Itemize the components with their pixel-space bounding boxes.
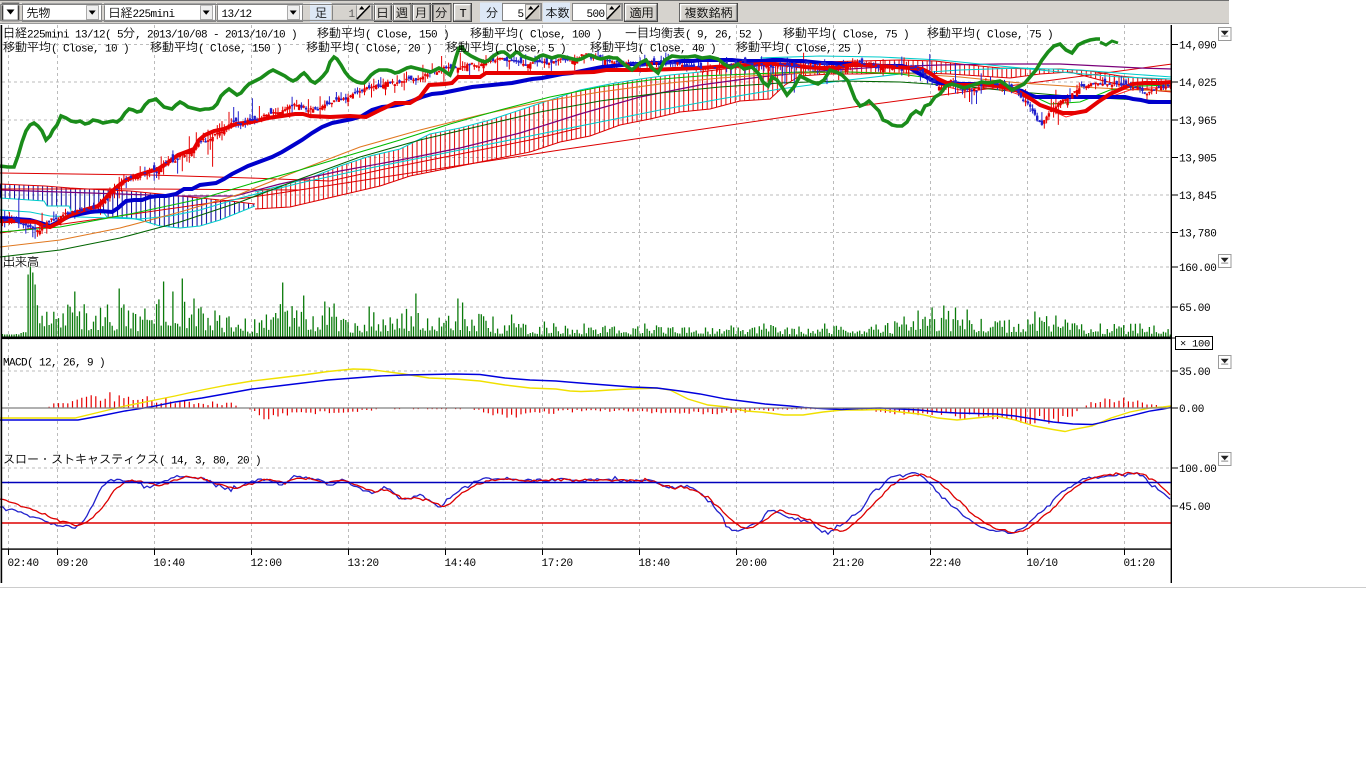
svg-text:14,090: 14,090 xyxy=(1179,41,1217,53)
svg-text:( Close, 5 ): ( Close, 5 ) xyxy=(494,43,566,55)
svg-text:65.00: 65.00 xyxy=(1179,303,1210,315)
svg-text:0.00: 0.00 xyxy=(1179,404,1204,416)
svg-text:T: T xyxy=(460,7,467,21)
svg-text:14,025: 14,025 xyxy=(1179,78,1217,90)
svg-text:500: 500 xyxy=(586,9,604,21)
svg-text:35.00: 35.00 xyxy=(1179,367,1210,379)
svg-text:13,780: 13,780 xyxy=(1179,229,1217,241)
svg-text:01:20: 01:20 xyxy=(1124,558,1155,570)
svg-text:02:40: 02:40 xyxy=(8,558,39,570)
svg-text:12:00: 12:00 xyxy=(251,558,282,570)
svg-text:, 2013/10/08 - 2013/10/10 ): , 2013/10/08 - 2013/10/10 ) xyxy=(135,29,297,41)
svg-text:( 14, 3, 80, 20 ): ( 14, 3, 80, 20 ) xyxy=(159,456,261,468)
svg-text:22:40: 22:40 xyxy=(930,558,961,570)
svg-text:× 100: × 100 xyxy=(1180,339,1210,351)
svg-text:09:20: 09:20 xyxy=(57,558,88,570)
svg-text:( Close, 100 ): ( Close, 100 ) xyxy=(518,29,602,41)
svg-text:225mini: 225mini xyxy=(133,9,176,21)
svg-text:( 9, 26, 52 ): ( 9, 26, 52 ) xyxy=(685,29,763,41)
svg-text:10:40: 10:40 xyxy=(154,558,185,570)
svg-text:10/10: 10/10 xyxy=(1027,558,1058,570)
svg-text:160.00: 160.00 xyxy=(1179,263,1217,275)
svg-text:( Close, 75 ): ( Close, 75 ) xyxy=(831,29,909,41)
svg-text:( Close, 150 ): ( Close, 150 ) xyxy=(365,29,449,41)
svg-text:21:20: 21:20 xyxy=(833,558,864,570)
svg-text:13:20: 13:20 xyxy=(348,558,379,570)
svg-text:14:40: 14:40 xyxy=(445,558,476,570)
svg-text:( Close, 40 ): ( Close, 40 ) xyxy=(638,43,716,55)
svg-text:18:40: 18:40 xyxy=(639,558,670,570)
svg-text:( Close, 150 ): ( Close, 150 ) xyxy=(198,43,282,55)
svg-text:5: 5 xyxy=(517,9,523,21)
svg-text:( Close, 10 ): ( Close, 10 ) xyxy=(51,43,129,55)
svg-text:225mini 13/12( 5: 225mini 13/12( 5 xyxy=(27,29,123,41)
svg-text:100.00: 100.00 xyxy=(1179,464,1217,476)
svg-text:( Close, 75 ): ( Close, 75 ) xyxy=(975,29,1053,41)
svg-text:MACD( 12, 26, 9 ): MACD( 12, 26, 9 ) xyxy=(3,358,105,370)
svg-text:13,845: 13,845 xyxy=(1179,191,1217,203)
svg-text:20:00: 20:00 xyxy=(736,558,767,570)
svg-text:1: 1 xyxy=(348,9,355,21)
svg-text:13,905: 13,905 xyxy=(1179,154,1217,166)
svg-text:17:20: 17:20 xyxy=(542,558,573,570)
svg-text:13/12: 13/12 xyxy=(222,9,252,21)
svg-text:13,965: 13,965 xyxy=(1179,116,1217,128)
svg-text:45.00: 45.00 xyxy=(1179,502,1210,514)
svg-text:( Close, 20 ): ( Close, 20 ) xyxy=(354,43,432,55)
svg-text:( Close, 25 ): ( Close, 25 ) xyxy=(784,43,862,55)
